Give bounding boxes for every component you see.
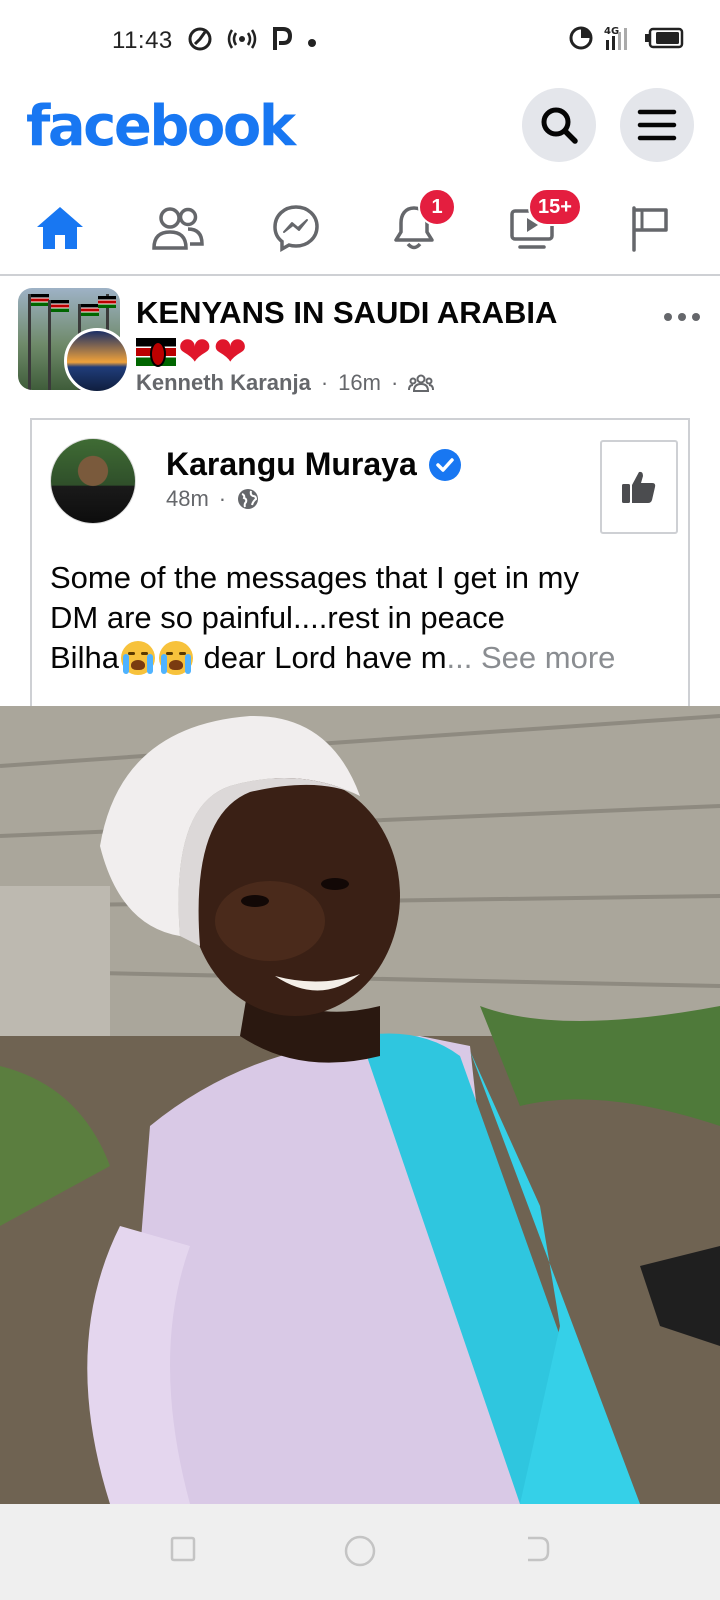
post-meta: Kenneth Karanja · 16m · <box>136 370 435 396</box>
post-text-fragment: Bilha <box>50 640 119 675</box>
home-button[interactable] <box>343 1534 377 1573</box>
facebook-logo[interactable]: facebook <box>26 94 296 159</box>
alarm-icon <box>187 26 213 56</box>
home-circle-icon <box>344 1535 376 1567</box>
tab-watch[interactable]: 15+ <box>472 180 592 276</box>
system-navigation-bar <box>0 1504 720 1600</box>
flag-icon <box>632 206 668 252</box>
author-name[interactable]: Kenneth Karanja <box>136 370 311 396</box>
back-icon <box>528 1536 550 1562</box>
messenger-icon <box>273 205 319 252</box>
tab-messenger[interactable] <box>236 180 356 276</box>
public-globe-icon <box>238 489 259 509</box>
back-button[interactable] <box>522 1534 552 1569</box>
red-heart-emoji: ❤ <box>178 330 212 374</box>
notifications-badge: 1 <box>418 188 456 226</box>
group-name-text[interactable]: KENYANS IN SAUDI ARABIA <box>136 294 636 332</box>
signal-icon: 4G <box>604 24 634 56</box>
status-left: 11:43 <box>112 26 317 56</box>
crying-emoji <box>157 640 195 676</box>
friends-icon <box>152 207 204 250</box>
meta-separator: · <box>320 370 329 395</box>
crying-emoji <box>119 640 157 676</box>
main-nav: 1 15+ <box>0 180 720 276</box>
home-icon <box>37 207 83 249</box>
recent-apps-icon <box>170 1536 196 1562</box>
title-emoji: ❤ ❤ <box>136 330 636 374</box>
post-text-fragment: dear Lord have m <box>194 640 447 675</box>
more-options-button[interactable] <box>662 302 702 323</box>
tab-home[interactable] <box>0 180 120 276</box>
data-saver-icon <box>568 25 594 55</box>
shared-author[interactable]: Karangu Muraya <box>166 446 461 483</box>
post-text-line: DM are so painful....rest in peace <box>50 600 505 635</box>
dot-icon <box>307 30 317 52</box>
shared-post-time[interactable]: 48m <box>166 486 209 512</box>
app-header: facebook <box>0 78 720 174</box>
see-more-link[interactable]: ... See more <box>447 640 616 675</box>
meta-separator: · <box>390 370 399 395</box>
watch-badge: 15+ <box>528 188 582 226</box>
tab-pages[interactable] <box>590 180 710 276</box>
thumbs-up-icon <box>622 471 656 503</box>
shared-meta: 48m · <box>166 486 260 512</box>
red-heart-emoji: ❤ <box>213 330 248 374</box>
hotspot-icon <box>227 28 257 54</box>
recent-apps-button[interactable] <box>168 1534 198 1569</box>
author-avatar[interactable] <box>64 328 130 394</box>
search-button[interactable] <box>522 88 596 162</box>
group-name[interactable]: KENYANS IN SAUDI ARABIA ❤ ❤ <box>136 294 636 374</box>
shared-post-card[interactable]: Karangu Muraya 48m · Some of the message… <box>30 418 690 718</box>
more-dots-icon <box>664 313 700 321</box>
status-right: 4G <box>568 24 684 56</box>
verified-badge-icon <box>428 448 461 481</box>
post-text-line-3: Bilha dear Lord have m... See more <box>50 638 670 678</box>
shared-author-avatar[interactable] <box>50 438 136 524</box>
search-icon <box>541 107 578 144</box>
post-text: Some of the messages that I get in my DM… <box>50 558 670 678</box>
post-photo-image <box>0 706 720 1504</box>
hamburger-menu-icon <box>637 109 677 141</box>
tab-friends[interactable] <box>118 180 238 276</box>
post-text-line: Some of the messages that I get in my <box>50 560 579 595</box>
meta-separator: · <box>218 486 227 511</box>
post-time[interactable]: 16m <box>338 370 381 396</box>
status-bar: 11:43 4G <box>0 0 720 78</box>
shared-author-name[interactable]: Karangu Muraya <box>166 446 417 483</box>
status-time: 11:43 <box>112 27 173 54</box>
group-audience-icon <box>408 374 435 392</box>
like-page-button[interactable] <box>600 440 678 534</box>
kenya-flag-emoji <box>136 338 176 367</box>
post-photo[interactable] <box>0 706 720 1504</box>
battery-icon <box>644 27 684 53</box>
p-app-icon <box>271 26 293 56</box>
svg-text:4G: 4G <box>604 26 619 37</box>
menu-button[interactable] <box>620 88 694 162</box>
tab-notifications[interactable]: 1 <box>354 180 474 276</box>
